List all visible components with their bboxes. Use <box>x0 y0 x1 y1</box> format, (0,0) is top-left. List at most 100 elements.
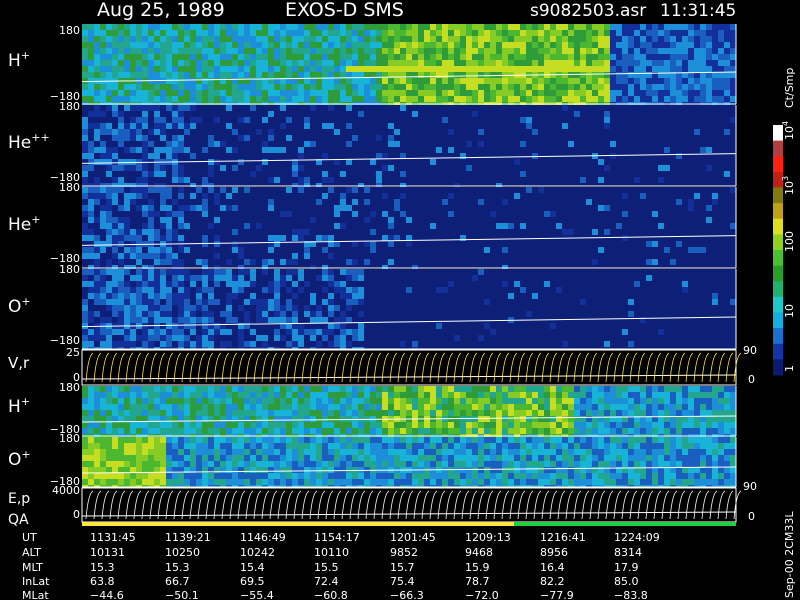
panel-hepp-cell <box>106 159 112 165</box>
panel-o2-cell <box>616 461 622 467</box>
panel-o2-cell <box>382 449 388 455</box>
panel-h-cell <box>646 78 652 84</box>
panel-h-cell <box>244 84 250 90</box>
panel-o2-cell <box>346 455 352 461</box>
panel-h2-cell <box>238 386 244 392</box>
panel-o-cell <box>142 299 148 305</box>
panel-o2-cell <box>688 473 694 479</box>
panel-o-cell <box>178 341 184 347</box>
panel-hep-cell <box>622 193 628 199</box>
panel-o-cell <box>184 317 190 323</box>
panel-h2-cell <box>622 422 628 428</box>
panel-label-o2: O+ <box>8 448 31 470</box>
panel-o-cell <box>214 275 220 281</box>
panel-hep-cell <box>88 193 94 199</box>
panel-h2-cell <box>274 422 280 428</box>
panel-h-cell <box>370 90 376 96</box>
ephemeris-label-mlat: MLat <box>22 589 49 600</box>
panel-h2-cell <box>604 428 610 434</box>
panel-h-cell <box>124 42 130 48</box>
panel-hep-cell <box>706 217 712 223</box>
panel-h2-cell <box>526 386 532 392</box>
panel-h2-cell <box>550 410 556 416</box>
panel-o-cell <box>94 299 100 305</box>
panel-hep-cell <box>328 235 334 241</box>
footer-date: Sep-00 2CM33L <box>783 511 796 598</box>
panel-h-cell <box>382 36 388 42</box>
panel-h2-cell <box>568 410 574 416</box>
panel-hep-cell <box>130 229 136 235</box>
panel-h2-cell <box>508 404 514 410</box>
panel-h-cell <box>172 78 178 84</box>
panel-h2-cell <box>538 416 544 422</box>
panel-o2-cell <box>358 443 364 449</box>
panel-h2-cell <box>88 404 94 410</box>
panel-hep-cell <box>280 211 286 217</box>
panel-h-cell <box>400 90 406 96</box>
panel-h-cell <box>118 48 124 54</box>
panel-hepp-cell <box>340 171 346 177</box>
panel-h2-cell <box>166 404 172 410</box>
panel-h-cell <box>316 66 322 72</box>
panel-hepp-cell <box>112 129 118 135</box>
panel-h-cell <box>562 60 568 66</box>
panel-o-cell <box>94 329 100 335</box>
panel-h-cell <box>148 96 154 102</box>
ephemeris-cell: 10242 <box>240 546 275 559</box>
panel-h-cell <box>508 60 514 66</box>
panel-h2-cell <box>520 392 526 398</box>
panel-o-cell <box>316 329 322 335</box>
panel-o-cell <box>526 311 532 317</box>
panel-h-cell <box>730 54 736 60</box>
panel-hep-cell <box>106 217 112 223</box>
panel-hepp-cell <box>262 117 268 123</box>
panel-o2-cell <box>484 443 490 449</box>
panel-o-cell <box>286 269 292 275</box>
panel-hep-cell <box>112 193 118 199</box>
panel-h-cell <box>250 48 256 54</box>
panel-o2-cell <box>88 461 94 467</box>
panel-o-cell <box>154 299 160 305</box>
panel-o2-cell <box>256 473 262 479</box>
panel-h-cell <box>454 36 460 42</box>
panel-hep-cell <box>496 223 502 229</box>
panel-hepp-cell <box>82 165 88 171</box>
panel-h2-cell <box>172 386 178 392</box>
panel-o2-cell <box>352 437 358 443</box>
panel-hep-cell <box>214 217 220 223</box>
panel-h2-cell <box>688 392 694 398</box>
panel-h-cell <box>592 90 598 96</box>
panel-h2-cell <box>346 428 352 434</box>
panel-h-cell <box>628 72 634 78</box>
panel-h-cell <box>610 48 616 54</box>
panel-hepp-cell <box>658 177 664 183</box>
panel-o-cell <box>142 287 148 293</box>
panel-o2-cell <box>268 467 274 473</box>
panel-o-cell <box>352 287 358 293</box>
panel-o2-cell <box>160 443 166 449</box>
panel-h2-cell <box>718 428 724 434</box>
panel-h-cell <box>472 66 478 72</box>
panel-h-cell <box>634 72 640 78</box>
panel-h-cell <box>154 90 160 96</box>
panel-h-cell <box>268 66 274 72</box>
panel-h-cell <box>256 42 262 48</box>
panel-h2-cell <box>700 422 706 428</box>
panel-o2-cell <box>358 437 364 443</box>
panel-h2-cell <box>322 392 328 398</box>
panel-h-cell <box>436 30 442 36</box>
panel-h-cell <box>526 90 532 96</box>
panel-h-cell <box>502 30 508 36</box>
panel-h2-cell <box>334 398 340 404</box>
panel-h2-cell <box>628 428 634 434</box>
panel-h2-cell <box>208 386 214 392</box>
panel-o2-cell <box>442 455 448 461</box>
panel-h-cell <box>658 60 664 66</box>
panel-h-cell <box>568 48 574 54</box>
panel-h-cell <box>688 60 694 66</box>
panel-h-cell <box>154 48 160 54</box>
panel-h-cell <box>676 54 682 60</box>
panel-h2-cell <box>496 428 502 434</box>
panel-o2-cell <box>340 473 346 479</box>
panel-h-cell <box>466 66 472 72</box>
